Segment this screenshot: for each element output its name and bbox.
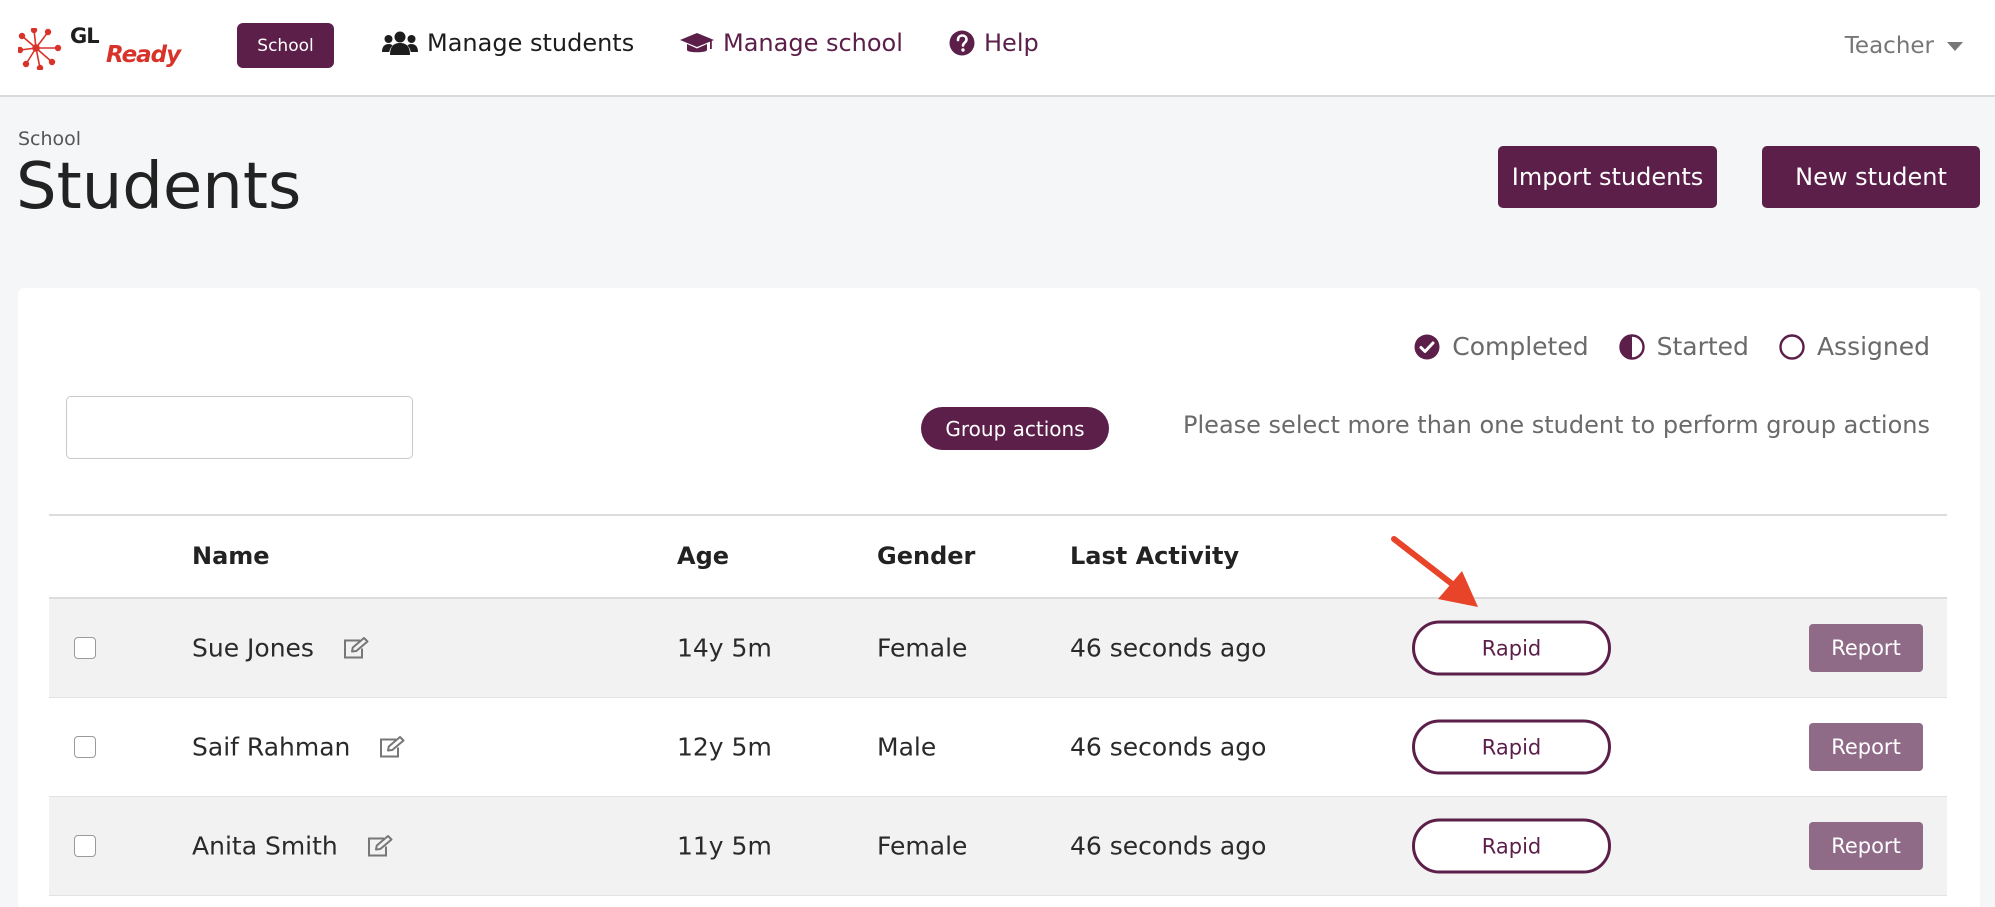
student-age: 12y 5m (677, 732, 772, 762)
user-menu-label: Teacher (1844, 33, 1934, 59)
status-legend: Completed Started Assigned (1384, 332, 1930, 361)
nav-manage-school[interactable]: Manage school (680, 25, 903, 61)
table-row: Sue Jones 14y 5m Female 46 seconds ago R… (49, 599, 1947, 698)
table-row: Anita Smith 11y 5m Female 46 seconds ago… (49, 797, 1947, 896)
row-select-checkbox[interactable] (74, 736, 96, 758)
row-select-checkbox[interactable] (74, 835, 96, 857)
check-circle-icon (1414, 334, 1440, 359)
student-name[interactable]: Anita Smith (192, 832, 338, 861)
legend-assigned: Assigned (1779, 332, 1930, 361)
column-header-age[interactable]: Age (677, 542, 729, 570)
student-gender: Female (877, 831, 968, 861)
import-students-button[interactable]: Import students (1498, 146, 1717, 208)
nav-manage-school-label: Manage school (723, 29, 903, 57)
logo-ready-text: Ready (106, 42, 181, 68)
legend-started: Started (1618, 332, 1749, 361)
student-age: 11y 5m (677, 831, 772, 861)
report-button[interactable]: Report (1809, 624, 1923, 672)
nav-help-label: Help (984, 29, 1039, 57)
rapid-assessment-button[interactable]: Rapid (1412, 719, 1611, 775)
edit-icon[interactable] (342, 636, 370, 660)
edit-icon[interactable] (366, 834, 394, 858)
student-name-cell: Saif Rahman (192, 733, 406, 762)
report-button[interactable]: Report (1809, 723, 1923, 771)
table-header: Name Age Gender Last Activity (49, 514, 1947, 599)
annotation-arrow-icon (1391, 536, 1478, 607)
group-actions-button[interactable]: Group actions (921, 407, 1109, 450)
student-name[interactable]: Saif Rahman (192, 733, 350, 762)
page-title: Students (16, 150, 302, 224)
caret-down-icon (1947, 41, 1963, 51)
legend-completed: Completed (1414, 332, 1589, 361)
logo-gl-text: GL (70, 24, 100, 48)
school-badge[interactable]: School (237, 23, 334, 68)
nav-manage-students[interactable]: Manage students (382, 25, 634, 61)
column-header-gender[interactable]: Gender (877, 542, 975, 570)
breadcrumb[interactable]: School (18, 128, 81, 150)
half-circle-icon (1618, 333, 1645, 360)
row-select-checkbox[interactable] (74, 637, 96, 659)
student-gender: Female (877, 633, 968, 663)
nav-help[interactable]: Help (949, 25, 1039, 61)
legend-started-label: Started (1656, 332, 1749, 361)
student-last-activity: 46 seconds ago (1070, 732, 1267, 762)
student-last-activity: 46 seconds ago (1070, 633, 1267, 663)
nav-manage-students-label: Manage students (427, 29, 635, 57)
legend-completed-label: Completed (1452, 332, 1589, 361)
graduation-cap-icon (680, 31, 714, 55)
table-row: Saif Rahman 12y 5m Male 46 seconds ago R… (49, 698, 1947, 797)
student-gender: Male (877, 732, 937, 762)
question-circle-icon (949, 30, 975, 56)
logo-starburst-icon (18, 28, 62, 70)
rapid-assessment-button[interactable]: Rapid (1412, 818, 1611, 874)
legend-assigned-label: Assigned (1816, 332, 1930, 361)
student-last-activity: 46 seconds ago (1070, 831, 1267, 861)
gl-ready-logo[interactable]: GL Ready (18, 24, 193, 74)
user-menu-dropdown[interactable]: Teacher (1845, 28, 1963, 64)
empty-circle-icon (1779, 333, 1805, 360)
student-name[interactable]: Sue Jones (192, 634, 314, 663)
students-table: Name Age Gender Last Activity Sue Jones … (49, 514, 1947, 896)
student-name-cell: Anita Smith (192, 832, 394, 861)
column-header-name[interactable]: Name (192, 542, 270, 570)
student-search-input[interactable] (66, 396, 413, 459)
rapid-assessment-button[interactable]: Rapid (1412, 620, 1611, 676)
new-student-button[interactable]: New student (1762, 146, 1980, 208)
column-header-last-activity[interactable]: Last Activity (1070, 542, 1239, 570)
report-button[interactable]: Report (1809, 822, 1923, 870)
student-age: 14y 5m (677, 633, 772, 663)
student-name-cell: Sue Jones (192, 634, 370, 663)
users-icon (382, 31, 418, 55)
top-navbar: GL Ready School Manage students Manage s… (0, 0, 1995, 97)
edit-icon[interactable] (378, 735, 406, 759)
group-actions-hint: Please select more than one student to p… (1183, 411, 1930, 439)
